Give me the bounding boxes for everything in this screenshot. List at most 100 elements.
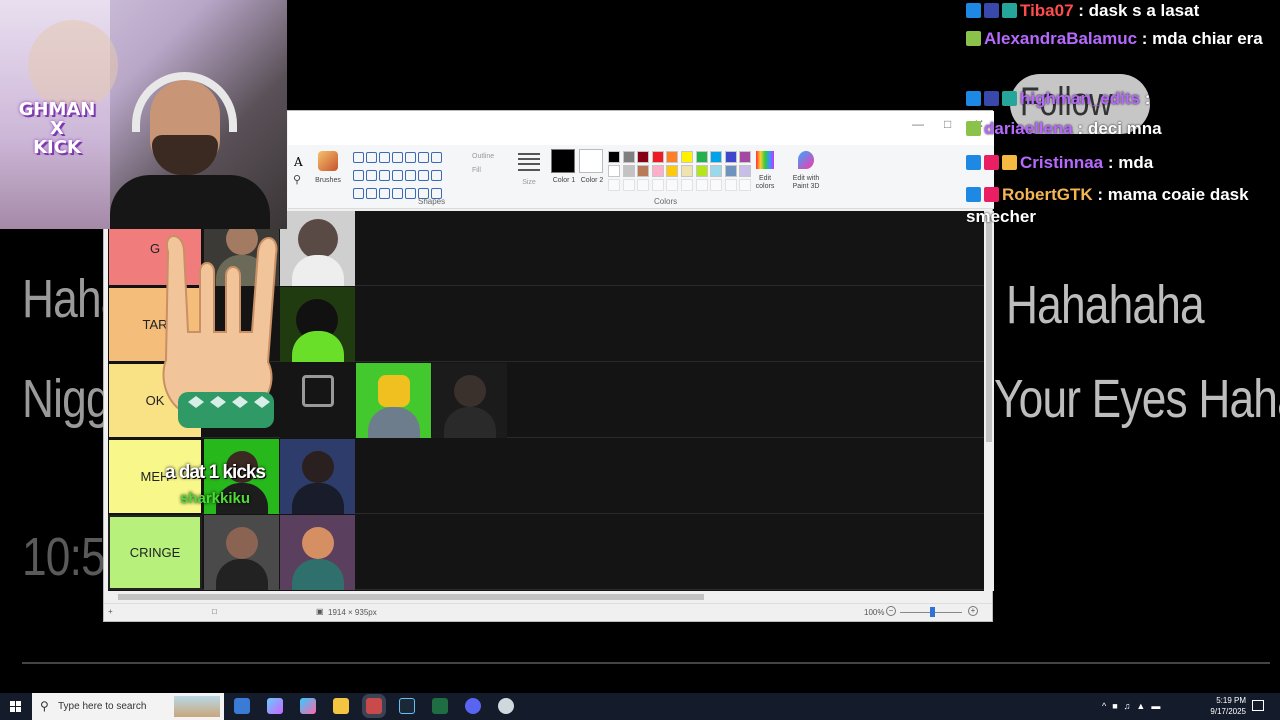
- chat-username[interactable]: AlexandraBalamuc: [984, 29, 1137, 48]
- palette-swatch[interactable]: [695, 151, 708, 163]
- palette-swatch[interactable]: [666, 165, 679, 177]
- color1-swatch[interactable]: [551, 149, 575, 173]
- palette-swatch[interactable]: [681, 165, 693, 177]
- size-label: Size: [522, 179, 536, 186]
- chat-username[interactable]: Tiba07: [1020, 1, 1074, 20]
- palette-swatch[interactable]: [608, 165, 620, 177]
- excel-icon[interactable]: [432, 698, 448, 714]
- palette-swatch-empty[interactable]: [710, 179, 723, 191]
- brushes-button[interactable]: Brushes: [314, 151, 342, 193]
- vertical-scrollbar[interactable]: [984, 211, 994, 591]
- brushes-label: Brushes: [315, 177, 341, 184]
- copilot-pro-icon[interactable]: [300, 698, 316, 714]
- palette-swatch[interactable]: [724, 151, 737, 163]
- palette-swatch-empty[interactable]: [724, 179, 737, 191]
- edit-colors-button[interactable]: Edit colors: [750, 149, 780, 193]
- palette-swatch-empty[interactable]: [622, 179, 635, 191]
- tier-tile[interactable]: [356, 363, 431, 438]
- minimize-icon[interactable]: —: [912, 117, 924, 131]
- palette-swatch-empty[interactable]: [695, 179, 708, 191]
- search-icon: ⚲: [40, 699, 49, 713]
- paint-app-icon[interactable]: [366, 698, 382, 714]
- palette-swatch[interactable]: [637, 165, 650, 177]
- horizontal-scrollbar[interactable]: [108, 591, 978, 603]
- screen: Haha Nigg 10:56 Hahahaha Your Eyes Haha …: [0, 0, 1280, 720]
- zoom-out-icon[interactable]: −: [886, 606, 896, 616]
- discord-icon[interactable]: [465, 698, 481, 714]
- chat-badge-icon: [966, 91, 981, 106]
- task-view-icon[interactable]: [234, 698, 250, 714]
- image-size-icon: ▣: [316, 607, 324, 616]
- tier-tile[interactable]: [280, 287, 355, 362]
- chat-badge-icon: [966, 155, 981, 170]
- palette-swatch[interactable]: [695, 165, 708, 177]
- search-placeholder: Type here to search: [58, 701, 147, 712]
- palette-swatch-empty[interactable]: [666, 179, 679, 191]
- palette-swatch[interactable]: [666, 151, 679, 163]
- palette-swatch[interactable]: [724, 165, 737, 177]
- chat-message: Tiba07 : dask s a lasat: [966, 0, 1280, 22]
- fill-dropdown[interactable]: Fill: [472, 167, 481, 175]
- tier-tile[interactable]: [204, 515, 279, 590]
- zoom-slider-thumb[interactable]: [930, 607, 935, 617]
- chat-username[interactable]: highman_edits: [1020, 89, 1140, 108]
- size-icon: [518, 153, 540, 155]
- chat-text: : mda: [1103, 153, 1154, 172]
- chat-username[interactable]: RobertGTK: [1002, 185, 1093, 204]
- maximize-icon[interactable]: □: [944, 117, 951, 131]
- rainbow-icon: [756, 151, 774, 169]
- paint-canvas[interactable]: G TAR OK MEH CRINGE: [108, 211, 984, 591]
- palette-swatch[interactable]: [637, 151, 650, 163]
- palette-swatch-empty[interactable]: [608, 179, 620, 191]
- palette-swatch[interactable]: [651, 151, 664, 163]
- chat-message: dariaellena : deci mna: [966, 118, 1280, 140]
- tier-label[interactable]: CRINGE: [108, 515, 202, 590]
- copilot-icon[interactable]: [267, 698, 283, 714]
- taskbar-search[interactable]: ⚲ Type here to search: [32, 693, 224, 720]
- chat-message: Cristinnaa : mda: [966, 152, 1280, 174]
- palette-swatch[interactable]: [622, 151, 635, 163]
- zoom-in-icon[interactable]: +: [968, 606, 978, 616]
- palette-swatch[interactable]: [710, 151, 723, 163]
- tier-tile[interactable]: [280, 363, 355, 438]
- shapes-gallery[interactable]: [352, 151, 452, 199]
- chat-message: AlexandraBalamuc : mda chiar era: [966, 28, 1280, 50]
- tier-tile[interactable]: [432, 363, 507, 438]
- text-tool-icon[interactable]: A: [294, 155, 303, 169]
- palette-swatch[interactable]: [710, 165, 723, 177]
- palette-swatch-empty[interactable]: [651, 179, 664, 191]
- tier-tile[interactable]: [280, 439, 355, 514]
- taskbar-clock[interactable]: 5:19 PM 9/17/2025: [1196, 695, 1246, 717]
- file-explorer-icon[interactable]: [333, 698, 349, 714]
- paint3d-button[interactable]: Edit with Paint 3D: [786, 149, 826, 193]
- overlay-subcaption: sharkkiku: [180, 490, 251, 507]
- chat-username[interactable]: dariaellena: [984, 119, 1073, 138]
- system-tray-icons[interactable]: ^■♫▲▬: [1102, 701, 1192, 712]
- search-highlight-icon: [174, 696, 220, 717]
- tier-tile[interactable]: [280, 515, 355, 590]
- palette-swatch-empty[interactable]: [637, 179, 650, 191]
- palette-swatch[interactable]: [622, 165, 635, 177]
- palette-swatch[interactable]: [651, 165, 664, 177]
- palette-swatch[interactable]: [608, 151, 620, 163]
- color2-swatch[interactable]: [579, 149, 603, 173]
- magnifier-icon[interactable]: ⚲: [293, 173, 301, 186]
- video-progress-bar: [22, 662, 1270, 664]
- chat-username[interactable]: Cristinnaa: [1020, 153, 1103, 172]
- palette-swatch-empty[interactable]: [681, 179, 693, 191]
- chat-badge-icon: [1002, 155, 1017, 170]
- outline-dropdown[interactable]: Outline: [472, 153, 494, 161]
- app-icon[interactable]: [498, 698, 514, 714]
- tier-tile[interactable]: [280, 211, 355, 286]
- tier-label[interactable]: OK: [108, 363, 202, 438]
- chat-text: : deci mna: [1072, 119, 1162, 138]
- steam-icon[interactable]: [399, 698, 415, 714]
- tier-label[interactable]: TAR: [108, 287, 202, 362]
- selection-icon: □: [212, 607, 217, 616]
- size-button[interactable]: Size: [518, 151, 542, 191]
- chat-badge-icon: [966, 31, 981, 46]
- image-dimensions: 1914 × 935px: [328, 608, 377, 617]
- windows-start-icon[interactable]: [10, 701, 21, 712]
- palette-swatch[interactable]: [681, 151, 693, 163]
- notification-icon[interactable]: [1252, 700, 1264, 711]
